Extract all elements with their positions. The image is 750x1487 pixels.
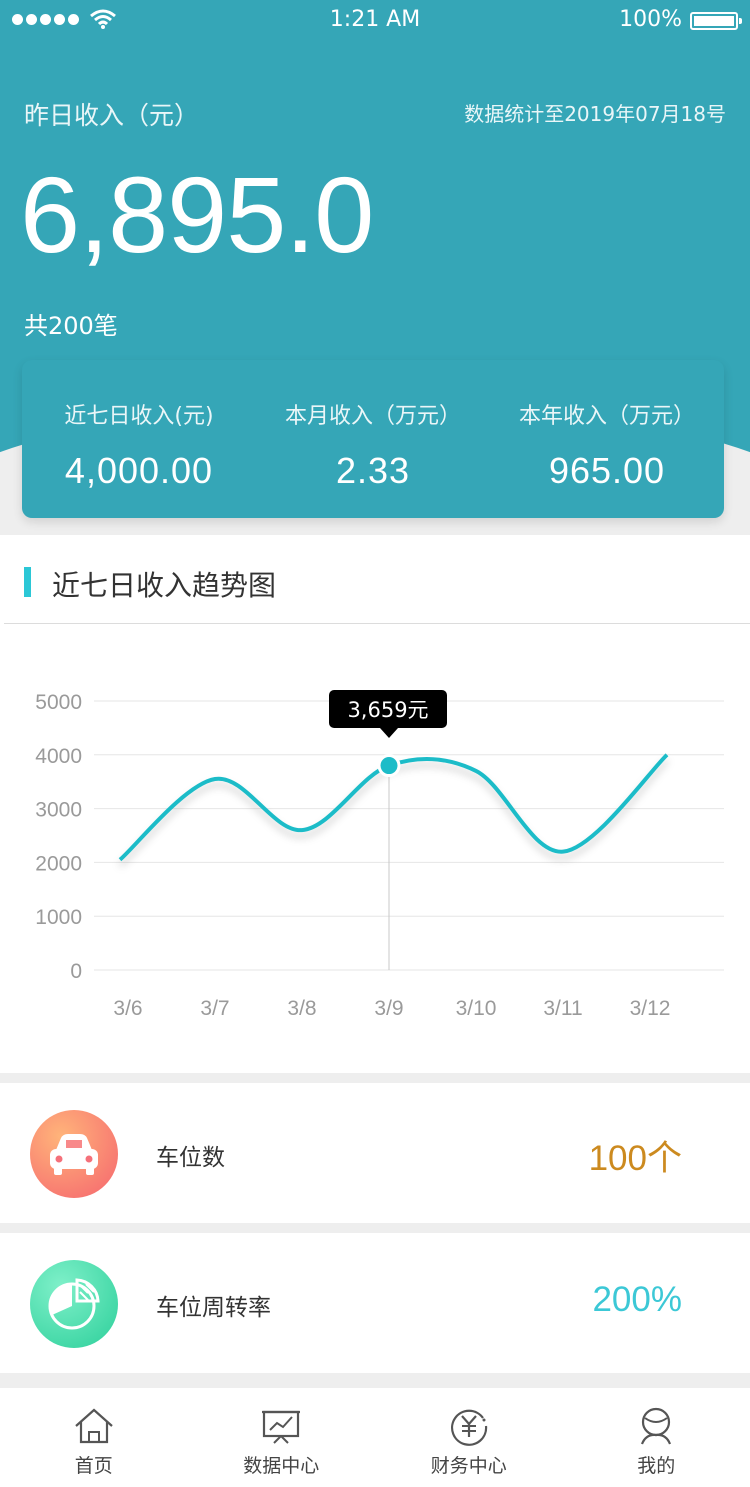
transaction-count: 共200笔 <box>24 312 118 340</box>
bottom-tab-bar: 首页 数据中心 财务中心 我的 <box>0 1388 750 1487</box>
tab-profile[interactable]: 我的 <box>563 1388 750 1487</box>
summary-label: 本年收入（万元） <box>518 404 695 429</box>
tooltip-pointer <box>380 728 398 738</box>
y-tick-label: 2000 <box>35 852 82 875</box>
line-chart[interactable]: 0 1000 2000 3000 4000 5000 3/6 3/7 3/8 3/9 3/10 3/1… <box>0 535 750 1073</box>
trend-chart-panel: 近七日收入趋势图 0 1000 2000 3000 4000 5000 3/6 3/7 3/8 3… <box>0 535 750 1073</box>
tab-label: 首页 <box>74 1455 113 1477</box>
status-bar: 1:21 AM 100% <box>0 0 750 40</box>
data-center-icon <box>262 1410 301 1444</box>
stat-value: 200% <box>592 1280 682 1319</box>
highlight-point <box>377 754 401 778</box>
stat-date: 数据统计至2019年07月18号 <box>464 102 726 126</box>
summary-value: 2.33 <box>335 450 411 491</box>
summary-year: 本年收入（万元） 965.00 <box>490 360 724 518</box>
y-tick-label: 1000 <box>35 906 82 929</box>
summary-month: 本月收入（万元） 2.33 <box>256 360 490 518</box>
x-tick-label: 3/6 <box>113 997 142 1020</box>
summary-value: 4,000.00 <box>64 450 214 491</box>
x-tick-label: 3/8 <box>287 997 316 1020</box>
tab-data-center[interactable]: 数据中心 <box>188 1388 376 1487</box>
x-tick-label: 3/9 <box>374 997 403 1020</box>
stat-name: 车位周转率 <box>156 1295 271 1321</box>
x-tick-label: 3/10 <box>456 997 497 1020</box>
tooltip-label: 3,659元 <box>347 698 428 722</box>
tab-home[interactable]: 首页 <box>0 1388 188 1487</box>
y-tick-label: 4000 <box>35 745 82 768</box>
battery-icon <box>690 12 742 30</box>
income-summary-card: 近七日收入(元) 4,000.00 本月收入（万元） 2.33 本年收入（万元）… <box>22 360 724 518</box>
stat-row-turnover-rate[interactable]: 车位周转率 200% <box>0 1233 750 1373</box>
yesterday-income-label: 昨日收入（元） <box>24 101 200 130</box>
y-tick-label: 3000 <box>35 799 82 822</box>
stat-value: 100个 <box>588 1139 682 1178</box>
tab-label: 数据中心 <box>243 1455 320 1477</box>
profile-icon <box>641 1407 672 1445</box>
x-tick-label: 3/12 <box>630 997 671 1020</box>
y-tick-label: 0 <box>70 960 82 983</box>
summary-label: 本月收入（万元） <box>284 404 461 429</box>
x-tick-label: 3/11 <box>543 997 582 1020</box>
tab-finance-center[interactable]: 财务中心 <box>375 1388 563 1487</box>
x-tick-label: 3/7 <box>200 997 229 1020</box>
y-tick-label: 5000 <box>35 691 82 714</box>
summary-seven-days: 近七日收入(元) 4,000.00 <box>22 360 256 518</box>
tab-label: 我的 <box>637 1455 676 1477</box>
car-icon <box>30 1110 118 1198</box>
summary-value: 965.00 <box>548 450 666 491</box>
finance-icon <box>450 1409 487 1446</box>
summary-label: 近七日收入(元) <box>64 404 214 429</box>
battery-percent: 100% <box>619 7 682 32</box>
home-icon <box>75 1408 113 1444</box>
pie-chart-icon <box>30 1260 118 1348</box>
stat-row-parking-count[interactable]: 车位数 100个 <box>0 1083 750 1223</box>
stat-name: 车位数 <box>156 1145 225 1171</box>
tab-label: 财务中心 <box>430 1455 507 1477</box>
yesterday-income-value: 6,895.0 <box>20 154 374 275</box>
